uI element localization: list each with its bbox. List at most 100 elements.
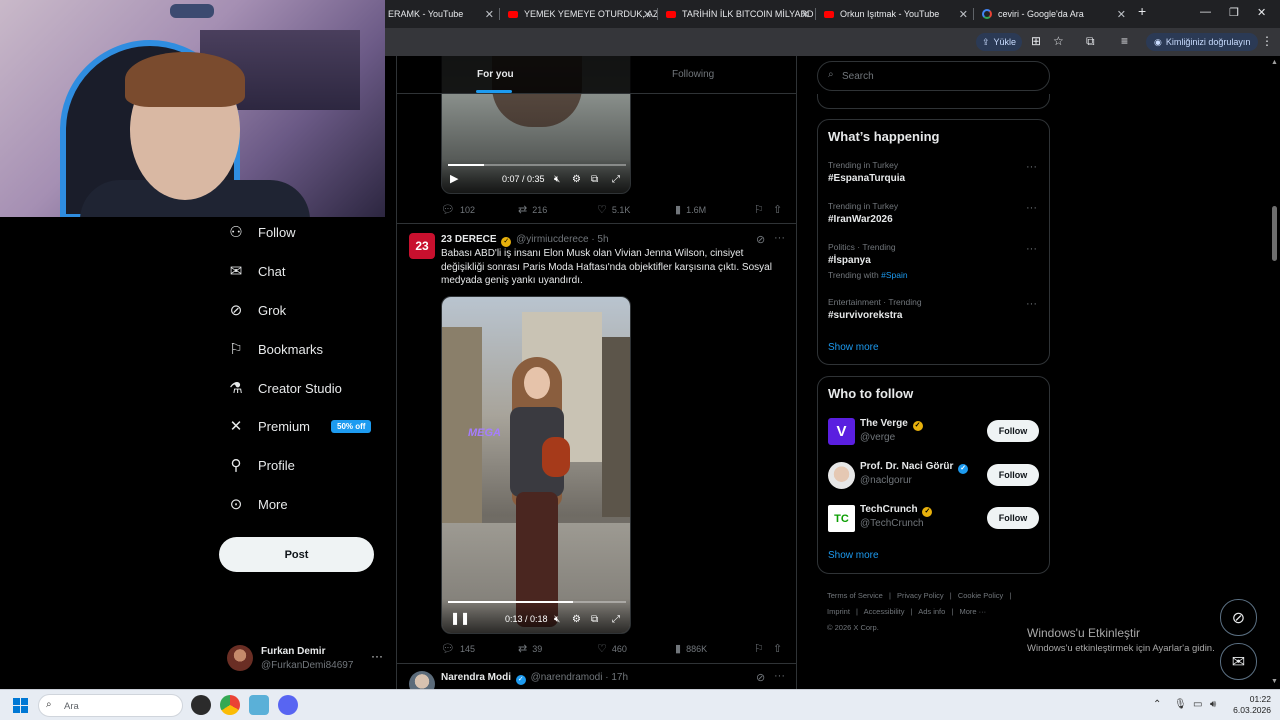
close-icon[interactable]: ✕	[959, 8, 968, 21]
browser-menu-icon[interactable]: ⋮	[1261, 34, 1273, 48]
trend-tag[interactable]: #survivorekstra	[828, 310, 903, 321]
volume-icon[interactable]: 🔊︎	[1210, 699, 1216, 710]
extensions-icon[interactable]: ⧉	[1086, 34, 1095, 49]
more-options-icon[interactable]: ···	[1026, 298, 1037, 310]
tweet-author-handle[interactable]: @narendramodi	[531, 672, 603, 683]
tweet-avatar[interactable]	[409, 671, 435, 689]
network-icon[interactable]: ▭	[1193, 699, 1202, 710]
close-icon[interactable]: ✕	[643, 8, 652, 21]
footer-link[interactable]: Privacy Policy	[897, 591, 944, 600]
suggested-account-name[interactable]: Prof. Dr. Naci Görür ✓	[860, 461, 970, 474]
grok-icon[interactable]: ⊘	[756, 671, 765, 684]
footer-link[interactable]: Accessibility	[864, 607, 905, 616]
search-box[interactable]: ⌕	[817, 61, 1050, 91]
repost-button[interactable]: ⇄ 216	[518, 203, 547, 216]
browser-tab-5[interactable]: ceviri - Google'da Ara ✕	[974, 0, 1132, 28]
repost-button[interactable]: ⇄ 39	[518, 642, 542, 655]
restore-icon[interactable]: ❐	[1229, 6, 1239, 19]
more-options-icon[interactable]: ···	[774, 670, 785, 682]
nav-bookmarks[interactable]: ⚐ Bookmarks	[227, 337, 323, 361]
mute-icon[interactable]: 🔇︎	[554, 614, 560, 625]
show-more-trends-link[interactable]: Show more	[828, 342, 879, 353]
tab-for-you[interactable]: For you	[477, 69, 514, 80]
trend-tag[interactable]: #İspanya	[828, 255, 871, 266]
more-options-icon[interactable]: ···	[1026, 202, 1037, 214]
trend-tag[interactable]: #EspanaTurquia	[828, 173, 905, 184]
tweet-video[interactable]: MEGA ❚❚ 0:13 / 0:18 🔇︎ ⚙ ⧉ ⤢	[441, 296, 631, 634]
footer-link[interactable]: Terms of Service	[827, 591, 883, 600]
bookmark-button[interactable]: ⚐	[754, 642, 764, 655]
search-input[interactable]	[842, 69, 1032, 83]
close-icon[interactable]: ✕	[485, 8, 494, 21]
trend-tag[interactable]: #IranWar2026	[828, 214, 893, 225]
windows-start-icon[interactable]	[13, 698, 28, 713]
suggested-account-name[interactable]: The Verge ✓	[860, 418, 925, 431]
fullscreen-icon[interactable]: ⤢	[612, 174, 620, 185]
follow-button[interactable]: Follow	[987, 464, 1039, 486]
footer-link[interactable]: Ads info	[918, 607, 945, 616]
close-icon[interactable]: ✕	[801, 8, 810, 21]
grok-icon[interactable]: ⊘	[756, 233, 765, 246]
browser-tab-4[interactable]: Orkun Işıtmak - YouTube ✕	[816, 0, 974, 28]
post-button[interactable]: Post	[219, 537, 374, 572]
follow-button[interactable]: Follow	[987, 507, 1039, 529]
messages-button[interactable]: ✉	[1220, 643, 1257, 680]
scrollbar-thumb[interactable]	[1272, 206, 1277, 261]
tweet-author-name[interactable]: 23 DERECE	[441, 234, 497, 245]
app-icon[interactable]	[191, 695, 211, 715]
mute-icon[interactable]: 🔇︎	[554, 174, 560, 185]
scroll-down-icon[interactable]: ▼	[1271, 678, 1278, 685]
tweet-author-name[interactable]: Narendra Modi	[441, 672, 511, 683]
avatar[interactable]: TC	[828, 505, 855, 532]
more-options-icon[interactable]: ···	[774, 232, 785, 244]
chrome-icon[interactable]	[220, 695, 240, 715]
translate-icon[interactable]: ⊞	[1031, 34, 1041, 48]
views-button[interactable]: ▮ 1.6M	[675, 203, 706, 216]
tab-following[interactable]: Following	[672, 69, 714, 80]
more-options-icon[interactable]: ···	[1026, 243, 1037, 255]
nav-more[interactable]: ⊙ More	[227, 492, 288, 516]
tweet-time[interactable]: · 5h	[591, 234, 608, 245]
close-icon[interactable]: ✕	[1117, 8, 1126, 21]
new-tab-button[interactable]: +	[1138, 3, 1146, 19]
tweet-time[interactable]: · 17h	[605, 672, 628, 683]
close-window-icon[interactable]: ✕	[1257, 6, 1266, 19]
follow-button[interactable]: Follow	[987, 420, 1039, 442]
reading-list-icon[interactable]: ≡	[1121, 34, 1128, 48]
avatar[interactable]: V	[828, 418, 855, 445]
grok-button[interactable]: ⊘	[1220, 599, 1257, 636]
bookmark-button[interactable]: ⚐	[754, 203, 764, 216]
reply-button[interactable]: 💬︎ 102	[441, 203, 475, 216]
discord-icon[interactable]	[278, 695, 298, 715]
share-button[interactable]: ⇧	[773, 642, 782, 655]
pause-icon[interactable]: ❚❚	[450, 611, 470, 625]
tray-overflow-icon[interactable]: ⌃	[1153, 699, 1161, 710]
video-progress-bar[interactable]	[448, 164, 626, 166]
like-button[interactable]: ♡ 460	[597, 642, 627, 655]
fullscreen-icon[interactable]: ⤢	[612, 614, 620, 625]
tweet-author-handle[interactable]: @yirmiucderece	[516, 234, 588, 245]
trending-with-tag[interactable]: #Spain	[881, 270, 907, 280]
settings-icon[interactable]: ⚙	[572, 174, 581, 185]
browser-tab-3[interactable]: TARİHİN İLK BITCOIN MİLYARD ✕	[658, 0, 816, 28]
footer-link[interactable]: Cookie Policy	[958, 591, 1003, 600]
play-icon[interactable]: ▶	[450, 172, 458, 185]
page-scrollbar[interactable]: ▲ ▼	[1269, 56, 1280, 689]
pip-icon[interactable]: ⧉	[591, 174, 598, 185]
taskbar-clock[interactable]: 01:22 6.03.2026	[1231, 694, 1271, 716]
settings-icon[interactable]: ⚙	[572, 614, 581, 625]
more-options-icon[interactable]: ···	[371, 649, 383, 663]
share-button[interactable]: ⇧	[773, 203, 782, 216]
scroll-up-icon[interactable]: ▲	[1271, 59, 1278, 66]
suggested-account-name[interactable]: TechCrunch ✓	[860, 504, 934, 517]
reply-button[interactable]: 💬︎ 145	[441, 642, 475, 655]
nav-follow[interactable]: ⚇ Follow	[227, 220, 295, 244]
like-button[interactable]: ♡ 5.1K	[597, 203, 630, 216]
upload-button[interactable]: ⇪ Yükle	[976, 33, 1023, 51]
microphone-icon[interactable]: 🎙︎	[1174, 699, 1187, 710]
star-icon[interactable]: ☆	[1053, 34, 1064, 48]
pip-icon[interactable]: ⧉	[591, 614, 598, 625]
verify-identity-button[interactable]: ◉ Kimliğinizi doğrulayın	[1146, 33, 1259, 51]
avatar[interactable]	[828, 462, 855, 489]
more-options-icon[interactable]: ···	[1026, 161, 1037, 173]
